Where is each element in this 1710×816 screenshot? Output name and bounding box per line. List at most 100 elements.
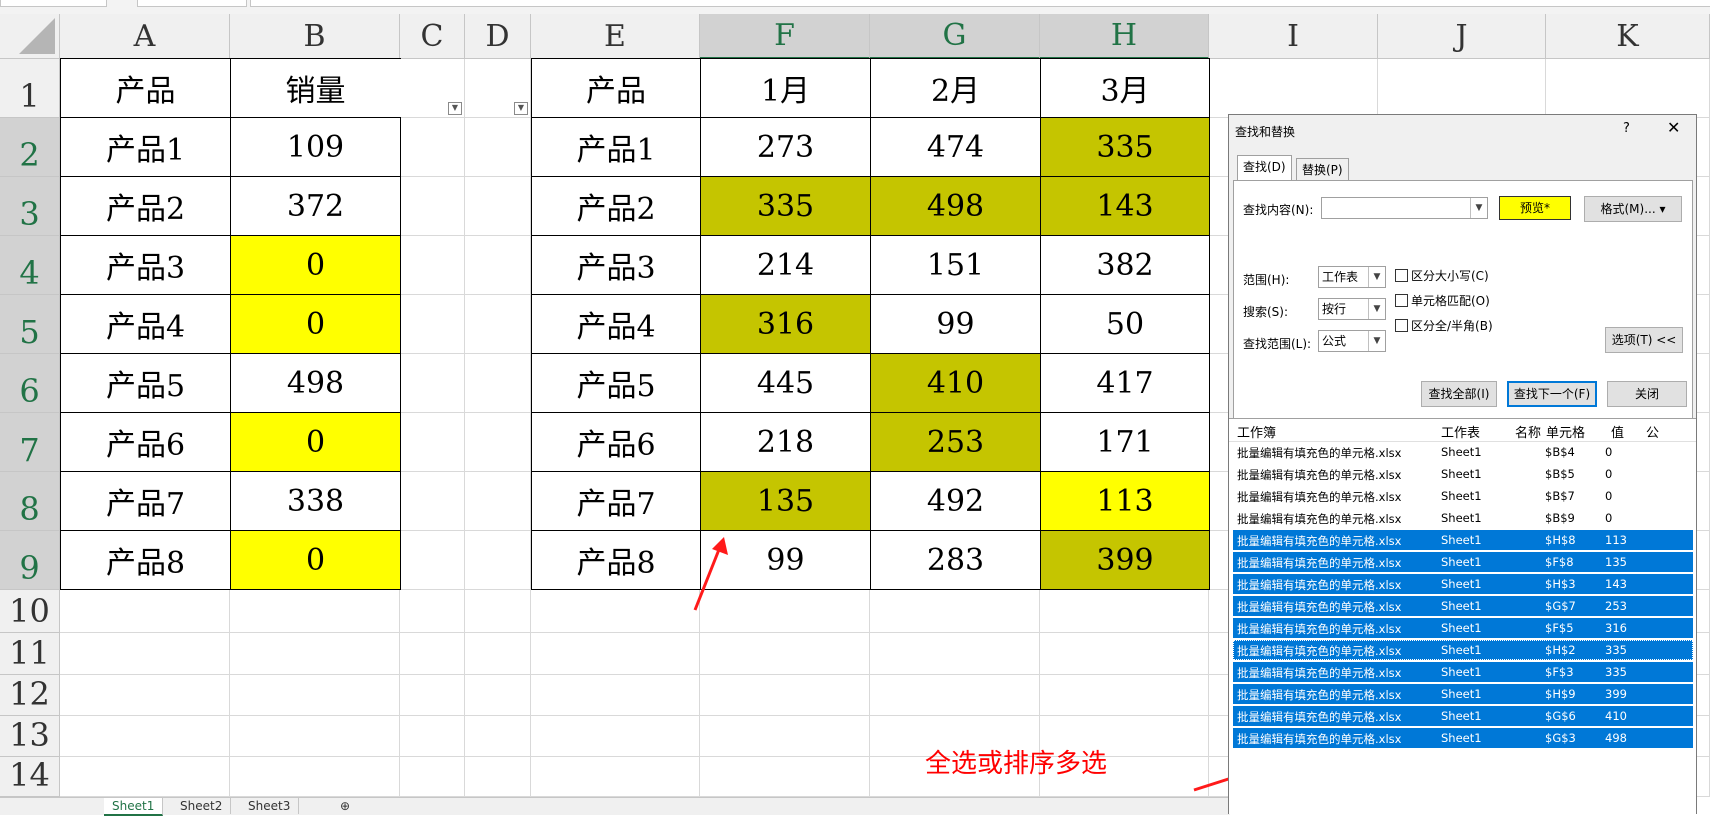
row-header-2[interactable]: 2 — [0, 118, 60, 177]
grid-cell[interactable] — [465, 354, 531, 413]
grid-cell[interactable] — [400, 472, 465, 531]
grid-cell[interactable] — [60, 675, 230, 716]
chevron-down-icon[interactable]: ▼ — [1368, 299, 1385, 319]
table1-product-cell[interactable]: 产品3 — [60, 235, 231, 295]
results-column-header[interactable]: 单元格 — [1546, 422, 1585, 441]
grid-cell[interactable] — [465, 757, 531, 797]
table2-value-cell[interactable]: 171 — [1040, 412, 1210, 472]
table1-sales-cell[interactable]: 338 — [230, 471, 401, 531]
column-header-j[interactable]: J — [1378, 14, 1546, 59]
grid-cell[interactable] — [465, 716, 531, 757]
grid-cell[interactable] — [870, 633, 1040, 675]
lookin-select[interactable]: 公式 ▼ — [1318, 330, 1386, 352]
grid-cell[interactable] — [870, 590, 1040, 633]
grid-cell[interactable] — [400, 633, 465, 675]
grid-cell[interactable] — [60, 757, 230, 797]
grid-cell[interactable] — [1040, 633, 1209, 675]
grid-cell[interactable] — [465, 177, 531, 236]
table2-value-cell[interactable]: 335 — [700, 176, 871, 236]
result-row[interactable]: 批量编辑有填充色的单元格.xlsx Sheet1 $B$9 0 — [1233, 508, 1693, 528]
filter-dropdown-icon[interactable]: ▼ — [514, 102, 528, 115]
column-header-c[interactable]: C — [400, 14, 465, 59]
table2-value-cell[interactable]: 135 — [700, 471, 871, 531]
result-row[interactable]: 批量编辑有填充色的单元格.xlsx Sheet1 $B$5 0 — [1233, 464, 1693, 484]
grid-cell[interactable] — [400, 177, 465, 236]
grid-cell[interactable] — [230, 675, 400, 716]
table1-product-cell[interactable]: 产品4 — [60, 294, 231, 354]
grid-cell[interactable] — [465, 675, 531, 716]
grid-cell[interactable] — [465, 472, 531, 531]
table1-product-cell[interactable]: 产品6 — [60, 412, 231, 472]
grid-cell[interactable] — [230, 716, 400, 757]
find-what-input[interactable]: ▼ — [1321, 197, 1488, 219]
table2-value-cell[interactable]: 399 — [1040, 530, 1210, 590]
result-row[interactable]: 批量编辑有填充色的单元格.xlsx Sheet1 $F$5 316 — [1233, 618, 1693, 638]
table2-product-cell[interactable]: 产品4 — [531, 294, 701, 354]
grid-cell[interactable] — [400, 590, 465, 633]
table2-value-cell[interactable]: 99 — [870, 294, 1041, 354]
grid-cell[interactable] — [230, 633, 400, 675]
table2-value-cell[interactable]: 445 — [700, 353, 871, 413]
grid-cell[interactable] — [465, 413, 531, 472]
table2-product-cell[interactable]: 产品3 — [531, 235, 701, 295]
grid-cell[interactable] — [60, 590, 230, 633]
sheet-tab-2[interactable]: Sheet2 — [172, 798, 232, 814]
table1-product-cell[interactable]: 产品8 — [60, 530, 231, 590]
grid-cell[interactable] — [531, 757, 700, 797]
empty-filter-cell[interactable]: ▼ — [465, 59, 531, 118]
results-column-header[interactable]: 值 — [1611, 422, 1624, 441]
within-select[interactable]: 工作表 ▼ — [1318, 266, 1386, 288]
results-column-header[interactable]: 工作表 — [1441, 422, 1480, 441]
table1-product-cell[interactable]: 产品2 — [60, 176, 231, 236]
filter-dropdown-icon[interactable]: ▼ — [448, 102, 462, 115]
table1-product-cell[interactable]: 产品5 — [60, 353, 231, 413]
column-header-b[interactable]: B — [230, 14, 400, 59]
find-next-button[interactable]: 查找下一个(F) — [1507, 381, 1597, 407]
table2-value-cell[interactable]: 143 — [1040, 176, 1210, 236]
results-column-header[interactable]: 名称 — [1515, 422, 1541, 441]
result-row[interactable]: 批量编辑有填充色的单元格.xlsx Sheet1 $B$7 0 — [1233, 486, 1693, 506]
table2-value-cell[interactable]: 492 — [870, 471, 1041, 531]
table1-header-sales[interactable]: 销量 — [230, 58, 401, 118]
grid-cell[interactable] — [400, 354, 465, 413]
match-byte-checkbox[interactable]: 区分全/半角(B) — [1395, 317, 1493, 334]
grid-cell[interactable] — [700, 757, 870, 797]
grid-cell[interactable] — [465, 531, 531, 590]
result-row[interactable]: 批量编辑有填充色的单元格.xlsx Sheet1 $B$4 0 — [1233, 442, 1693, 462]
grid-cell[interactable] — [230, 590, 400, 633]
empty-filter-cell[interactable]: ▼ — [400, 59, 465, 118]
table2-value-cell[interactable]: 151 — [870, 235, 1041, 295]
table2-value-cell[interactable]: 273 — [700, 117, 871, 177]
grid-cell[interactable] — [1546, 59, 1710, 118]
column-header-a[interactable]: A — [60, 14, 230, 59]
options-button[interactable]: 选项(T) << — [1605, 327, 1683, 353]
row-header-7[interactable]: 7 — [0, 413, 60, 472]
match-case-checkbox[interactable]: 区分大小写(C) — [1395, 267, 1489, 284]
grid-cell[interactable] — [465, 633, 531, 675]
results-list[interactable]: 工作簿 工作表 名称 单元格 值 公 批量编辑有填充色的单元格.xlsx Sheet1 $B$… — [1229, 418, 1696, 814]
result-row[interactable]: 批量编辑有填充色的单元格.xlsx Sheet1 $H$2 335 — [1233, 640, 1693, 660]
grid-cell[interactable] — [1040, 675, 1209, 716]
column-header-g[interactable]: G — [870, 14, 1040, 59]
result-row[interactable]: 批量编辑有填充色的单元格.xlsx Sheet1 $H$9 399 — [1233, 684, 1693, 704]
close-button[interactable]: 关闭 — [1607, 381, 1687, 407]
table1-sales-cell[interactable]: 0 — [230, 530, 401, 590]
help-icon[interactable]: ? — [1623, 121, 1630, 136]
grid-cell[interactable] — [400, 236, 465, 295]
table1-header-product[interactable]: 产品 — [60, 58, 231, 118]
row-header-9[interactable]: 9 — [0, 531, 60, 590]
table2-value-cell[interactable]: 214 — [700, 235, 871, 295]
name-box[interactable] — [0, 0, 107, 7]
grid-cell[interactable] — [400, 531, 465, 590]
grid-cell[interactable] — [465, 590, 531, 633]
grid-cell[interactable] — [465, 236, 531, 295]
grid-cell[interactable] — [400, 118, 465, 177]
sheet-tab-3[interactable]: Sheet3 — [240, 798, 300, 814]
sheet-tab-1[interactable]: Sheet1 — [104, 798, 164, 816]
table2-product-cell[interactable]: 产品1 — [531, 117, 701, 177]
result-row[interactable]: 批量编辑有填充色的单元格.xlsx Sheet1 $G$3 498 — [1233, 728, 1693, 748]
table2-value-cell[interactable]: 218 — [700, 412, 871, 472]
table1-sales-cell[interactable]: 0 — [230, 412, 401, 472]
result-row[interactable]: 批量编辑有填充色的单元格.xlsx Sheet1 $F$3 335 — [1233, 662, 1693, 682]
results-column-header[interactable]: 工作簿 — [1237, 422, 1276, 441]
